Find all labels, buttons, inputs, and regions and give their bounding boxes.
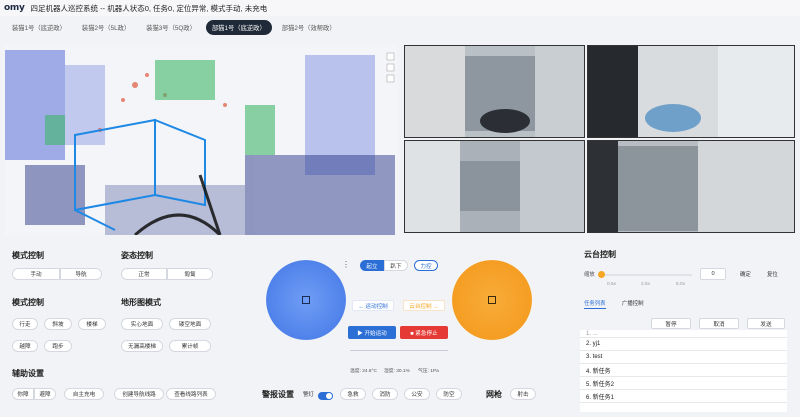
camera-feed-3[interactable] — [404, 140, 585, 233]
crawl-posture-button[interactable]: 匍匐 — [167, 268, 213, 280]
task-list[interactable]: 1. ... 2. yj1 3. test 4. 新任务 5. 新任务2 6. … — [580, 330, 787, 412]
tab-robot-1[interactable]: 装猫1号（底逆政） — [6, 20, 72, 35]
gimbal-angle-input[interactable]: 0 — [700, 268, 726, 280]
nav-mode-button[interactable]: 导航 — [60, 268, 102, 280]
send-task-button[interactable]: 发送 — [747, 318, 785, 329]
camera-feed-2[interactable] — [587, 45, 795, 138]
walk-button[interactable]: 行走 — [12, 318, 38, 330]
sensor-slider — [350, 350, 448, 351]
posture-control-title: 姿态控制 — [121, 251, 153, 260]
start-motion-button[interactable]: ▶ 开始运动 — [348, 326, 396, 339]
lie-down-button[interactable]: 趴下 — [384, 260, 408, 271]
net-gun-title: 网枪 — [486, 390, 502, 399]
gimbal-control-label[interactable]: 云台控制 → — [403, 300, 445, 311]
list-item[interactable]: 1. ... — [580, 330, 787, 338]
obstacle-mode-a-button[interactable]: 你障 — [12, 388, 34, 400]
obstacle-mode-b-button[interactable]: 避障 — [34, 388, 56, 400]
point-cloud-graphic — [5, 45, 397, 235]
stairs-button[interactable]: 楼梯 — [78, 318, 106, 330]
zoom-min: 0.5x — [607, 282, 617, 287]
create-route-button[interactable]: 创建导航线路 — [114, 388, 164, 400]
view-routes-button[interactable]: 查看线路列表 — [166, 388, 216, 400]
app-title: 四足机器人巡控系统 -- 机器人状态0, 任务0, 定位异常, 模式手动, 未充… — [30, 3, 268, 13]
robot-tabs: 装猫1号（底逆政） 装猫2号（5L政） 装猫3号（5Q政） 部猫1号（底逆政） … — [0, 18, 800, 36]
pressure-readout: 气压: 1Pa — [418, 369, 439, 374]
camera-feed-1[interactable] — [404, 45, 585, 138]
list-item[interactable]: 6. 新任务1 — [580, 390, 787, 403]
humidity-readout: 湿度: 30.1% — [384, 369, 410, 374]
first-aid-button[interactable]: 急救 — [340, 388, 366, 400]
tab-robot-5[interactable]: 部猫2号（效帮政） — [276, 20, 342, 35]
slope-button[interactable]: 斜坡 — [44, 318, 72, 330]
app-logo: omy — [4, 3, 25, 13]
emergency-stop-button[interactable]: ■ 紧急停止 — [400, 326, 448, 339]
tab-robot-3[interactable]: 装猫3号（5Q政） — [140, 20, 202, 35]
motion-control-label[interactable]: ← 运动控制 — [352, 300, 394, 311]
tab-broadcast[interactable]: 广播控制 — [622, 299, 644, 307]
terrain-mode-title: 地形图模式 — [121, 298, 161, 307]
obstacle-button[interactable]: 越障 — [12, 340, 38, 352]
camera-feed-4[interactable] — [587, 140, 795, 233]
hollow-ground-button[interactable]: 镂空地面 — [169, 318, 211, 330]
zoom-max: 5.0x — [676, 282, 686, 287]
point-cloud-map[interactable] — [5, 45, 397, 235]
force-control-button[interactable]: 力控 — [414, 260, 438, 271]
zoom-slider-thumb[interactable] — [598, 271, 605, 278]
gimbal-reset-button[interactable]: 复位 — [767, 270, 778, 278]
zoom-mid: 2.5x — [641, 282, 651, 287]
air-defense-button[interactable]: 防空 — [436, 388, 462, 400]
list-item[interactable]: 3. test — [580, 351, 787, 364]
pause-task-button[interactable]: 暂停 — [651, 318, 691, 329]
tab-robot-2[interactable]: 装猫2号（5L政） — [76, 20, 136, 35]
gimbal-confirm-button[interactable]: 确定 — [740, 270, 751, 278]
gimbal-control-title: 云台控制 — [584, 250, 616, 259]
alert-light-toggle[interactable] — [318, 392, 333, 400]
motion-joystick-handle-icon[interactable] — [302, 296, 310, 304]
tab-robot-4[interactable]: 部猫1号（底逆政） — [205, 19, 272, 35]
aux-settings-title: 辅助设置 — [12, 369, 44, 378]
temperature-readout: 温度: 24.8°C — [350, 369, 377, 374]
normal-posture-button[interactable]: 正常 — [121, 268, 167, 280]
police-button[interactable]: 公安 — [404, 388, 430, 400]
solid-ground-button[interactable]: 实心地面 — [121, 318, 163, 330]
alarm-settings-title: 警报设置 — [262, 390, 294, 399]
zoom-label: 缩放 — [584, 272, 595, 278]
mode-control-title: 模式控制 — [12, 251, 44, 260]
list-item[interactable]: 4. 新任务 — [580, 364, 787, 377]
run-button[interactable]: 跑步 — [44, 340, 72, 352]
alert-light-label: 警灯 — [303, 392, 314, 398]
more-icon[interactable]: ⋮ — [342, 260, 350, 269]
gait-mode-title: 模式控制 — [12, 298, 44, 307]
manual-mode-button[interactable]: 手动 — [12, 268, 60, 280]
fire-net-button[interactable]: 射击 — [510, 388, 536, 400]
fire-button[interactable]: 消防 — [372, 388, 398, 400]
auto-charge-button[interactable]: 自主充电 — [64, 388, 104, 400]
accumulate-frames-button[interactable]: 累计帧 — [169, 340, 211, 352]
title-bar: omy 四足机器人巡控系统 -- 机器人状态0, 任务0, 定位异常, 模式手动… — [0, 0, 800, 16]
list-item[interactable]: 2. yj1 — [580, 338, 787, 351]
no-gap-stairs-button[interactable]: 无漏高楼梯 — [121, 340, 163, 352]
cancel-task-button[interactable]: 取消 — [699, 318, 739, 329]
gimbal-joystick-handle-icon[interactable] — [488, 296, 496, 304]
list-item[interactable]: 5. 新任务2 — [580, 377, 787, 390]
tab-task-list[interactable]: 任务列表 — [584, 299, 606, 309]
zoom-slider[interactable] — [600, 274, 692, 276]
stand-up-button[interactable]: 起立 — [360, 260, 384, 271]
